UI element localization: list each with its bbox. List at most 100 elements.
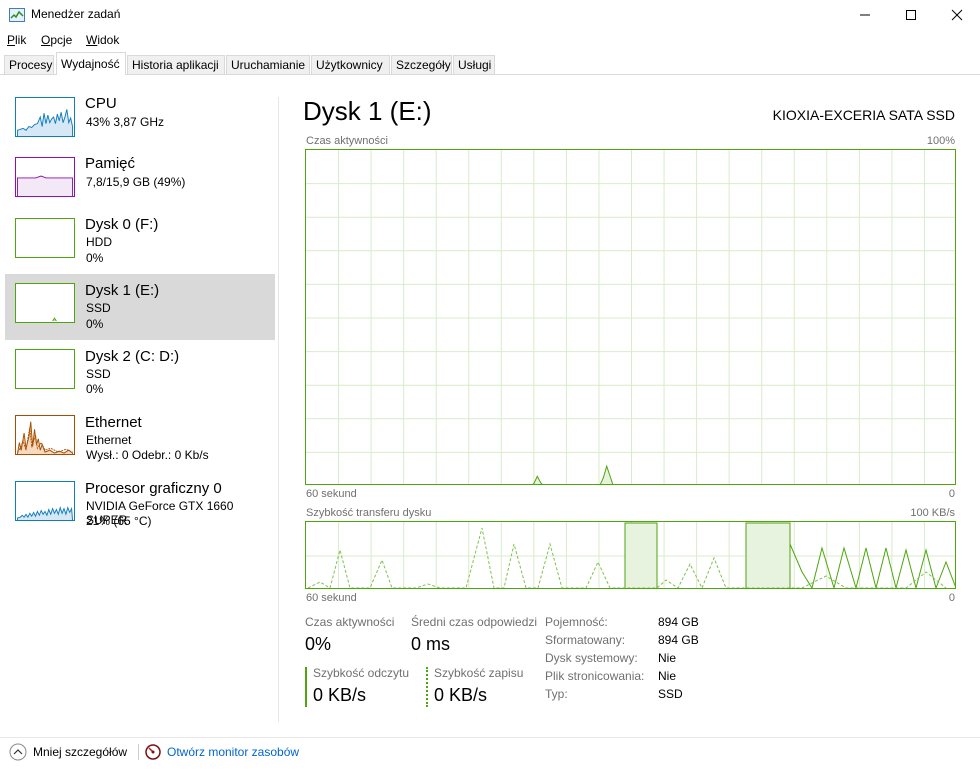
system-disk-value: Nie: [658, 651, 677, 665]
sidebar-item-cpu[interactable]: CPU 43% 3,87 GHz: [5, 92, 275, 158]
tab-historia-aplikacji[interactable]: Historia aplikacji: [127, 55, 225, 74]
sidebar-item-title: Procesor graficzny 0: [85, 480, 222, 497]
chart1-grid: [306, 150, 955, 484]
read-speed-label: Szybkość odczytu: [313, 666, 410, 680]
chart1-time-label: 60 sekund: [306, 488, 357, 500]
tab-szczegoly[interactable]: Szczegóły: [391, 55, 452, 74]
sidebar-item-disk-0[interactable]: Dysk 0 (F:) HDD 0%: [5, 212, 275, 278]
sidebar-item-memory[interactable]: Pamięć 7,8/15,9 GB (49%): [5, 152, 275, 218]
sidebar-item-value: 21% (65 °C): [86, 514, 152, 528]
chart2-label: Szybkość transferu dysku: [306, 507, 432, 519]
memory-thumbnail-graph: [15, 157, 75, 197]
footer-divider: [0, 737, 980, 738]
fewer-details-label: Mniej szczegółów: [33, 745, 128, 759]
minimize-icon: [860, 14, 870, 16]
close-icon: [951, 9, 963, 21]
tab-procesy[interactable]: Procesy: [4, 55, 54, 74]
minimize-button[interactable]: [842, 0, 888, 30]
system-disk-label: Dysk systemowy:: [545, 651, 638, 665]
sidebar-item-title: Pamięć: [85, 155, 136, 172]
disk1-thumbnail-graph: [15, 283, 75, 323]
menu-accel: W: [86, 33, 98, 47]
response-time-label: Średni czas odpowiedzi: [411, 615, 538, 629]
formatted-label: Sformatowany:: [545, 633, 626, 647]
resource-monitor-label: Otwórz monitor zasobów: [167, 745, 300, 759]
resource-monitor-link[interactable]: Otwórz monitor zasobów: [145, 743, 299, 761]
write-speed-label: Szybkość zapisu: [434, 666, 524, 680]
title-bar[interactable]: Menedżer zadań: [0, 0, 980, 30]
sidebar-item-value: 0%: [86, 382, 104, 396]
active-time-value: 0%: [305, 634, 332, 654]
sidebar-item-gpu[interactable]: Procesor graficzny 0 NVIDIA GeForce GTX …: [5, 476, 275, 542]
window-title: Menedżer zadań: [31, 7, 121, 21]
tab-uzytkownicy[interactable]: Użytkownicy: [311, 55, 390, 74]
capacity-label: Pojemność:: [545, 615, 608, 629]
sidebar-item-disk-2[interactable]: Dysk 2 (C: D:) SSD 0%: [5, 344, 275, 410]
read-speed-indicator: [305, 667, 307, 707]
sidebar-item-value: Wysł.: 0 Odebr.: 0 Kb/s: [86, 448, 209, 462]
sidebar-item-sub: SSD: [86, 301, 111, 315]
chart1-max: 100%: [926, 135, 955, 147]
disk-model: KIOXIA-EXCERIA SATA SSD: [772, 107, 955, 123]
disk2-thumbnail-graph: [15, 349, 75, 389]
menu-label: idok: [97, 33, 120, 47]
tab-uslugi[interactable]: Usługi: [453, 55, 495, 74]
footer-separator: [138, 744, 139, 760]
page-file-label: Plik stronicowania:: [545, 669, 645, 683]
chart2-max: 100 KB/s: [910, 507, 955, 519]
task-manager-icon: [9, 8, 25, 22]
sidebar-item-sub: HDD: [86, 235, 112, 249]
sidebar-item-sub: 43% 3,87 GHz: [86, 115, 165, 129]
tabs-divider: [0, 74, 980, 75]
ethernet-thumbnail-graph: [15, 415, 75, 455]
chevron-up-circle-icon: [9, 743, 27, 761]
resource-monitor-icon: [145, 744, 161, 760]
write-speed-value: 0 KB/s: [434, 685, 488, 705]
sidebar-item-sub: SSD: [86, 367, 111, 381]
cpu-thumbnail-graph: [15, 97, 75, 137]
menu-accel: P: [7, 33, 16, 47]
formatted-value: 894 GB: [658, 633, 699, 647]
type-label: Typ:: [545, 687, 568, 701]
chart1-min: 0: [948, 488, 955, 500]
read-speed-value: 0 KB/s: [313, 685, 367, 705]
tab-wydajnosc[interactable]: Wydajność: [56, 52, 126, 75]
sidebar-item-title: Dysk 1 (E:): [85, 282, 160, 299]
menu-opcje[interactable]: Opcje: [41, 33, 72, 47]
sidebar-item-title: Ethernet: [85, 414, 142, 431]
sidebar-item-title: CPU: [85, 95, 117, 112]
menu-label: pcje: [50, 33, 73, 47]
gpu-thumbnail-graph: [15, 481, 75, 521]
response-time-value: 0 ms: [411, 634, 451, 654]
sidebar-item-disk-1[interactable]: Dysk 1 (E:) SSD 0%: [5, 274, 275, 340]
write-speed-indicator: [426, 667, 428, 707]
sidebar-item-sub: Ethernet: [86, 433, 132, 447]
chart1-label: Czas aktywności: [306, 135, 388, 147]
capacity-value: 894 GB: [658, 615, 699, 629]
transfer-rate-chart: [305, 521, 956, 589]
menu-widok[interactable]: Widok: [86, 33, 119, 47]
sidebar-divider: [278, 97, 279, 722]
sidebar-item-value: 0%: [86, 317, 104, 331]
maximize-icon: [906, 10, 916, 20]
maximize-button[interactable]: [888, 0, 934, 30]
menu-label: lik: [15, 33, 27, 47]
type-value: SSD: [658, 687, 683, 701]
menu-accel: O: [41, 33, 51, 47]
active-time-label: Czas aktywności: [305, 615, 395, 629]
sidebar-item-title: Dysk 2 (C: D:): [85, 348, 180, 365]
chart2-time-label: 60 sekund: [306, 592, 357, 604]
sidebar-item-value: 0%: [86, 251, 104, 265]
tab-uruchamianie[interactable]: Uruchamianie: [226, 55, 310, 74]
sidebar-item-ethernet[interactable]: Ethernet Ethernet Wysł.: 0 Odebr.: 0 Kb/…: [5, 410, 275, 476]
active-time-chart: [305, 149, 956, 485]
close-button[interactable]: [934, 0, 980, 30]
menu-plik[interactable]: Plik: [7, 33, 26, 47]
page-title: Dysk 1 (E:): [303, 96, 432, 126]
sidebar-item-title: Dysk 0 (F:): [85, 216, 159, 233]
sidebar-item-sub: 7,8/15,9 GB (49%): [86, 175, 186, 189]
fewer-details-button[interactable]: Mniej szczegółów: [9, 743, 127, 761]
chart2-min: 0: [948, 592, 955, 604]
page-file-value: Nie: [658, 669, 677, 683]
disk0-thumbnail-graph: [15, 218, 75, 258]
